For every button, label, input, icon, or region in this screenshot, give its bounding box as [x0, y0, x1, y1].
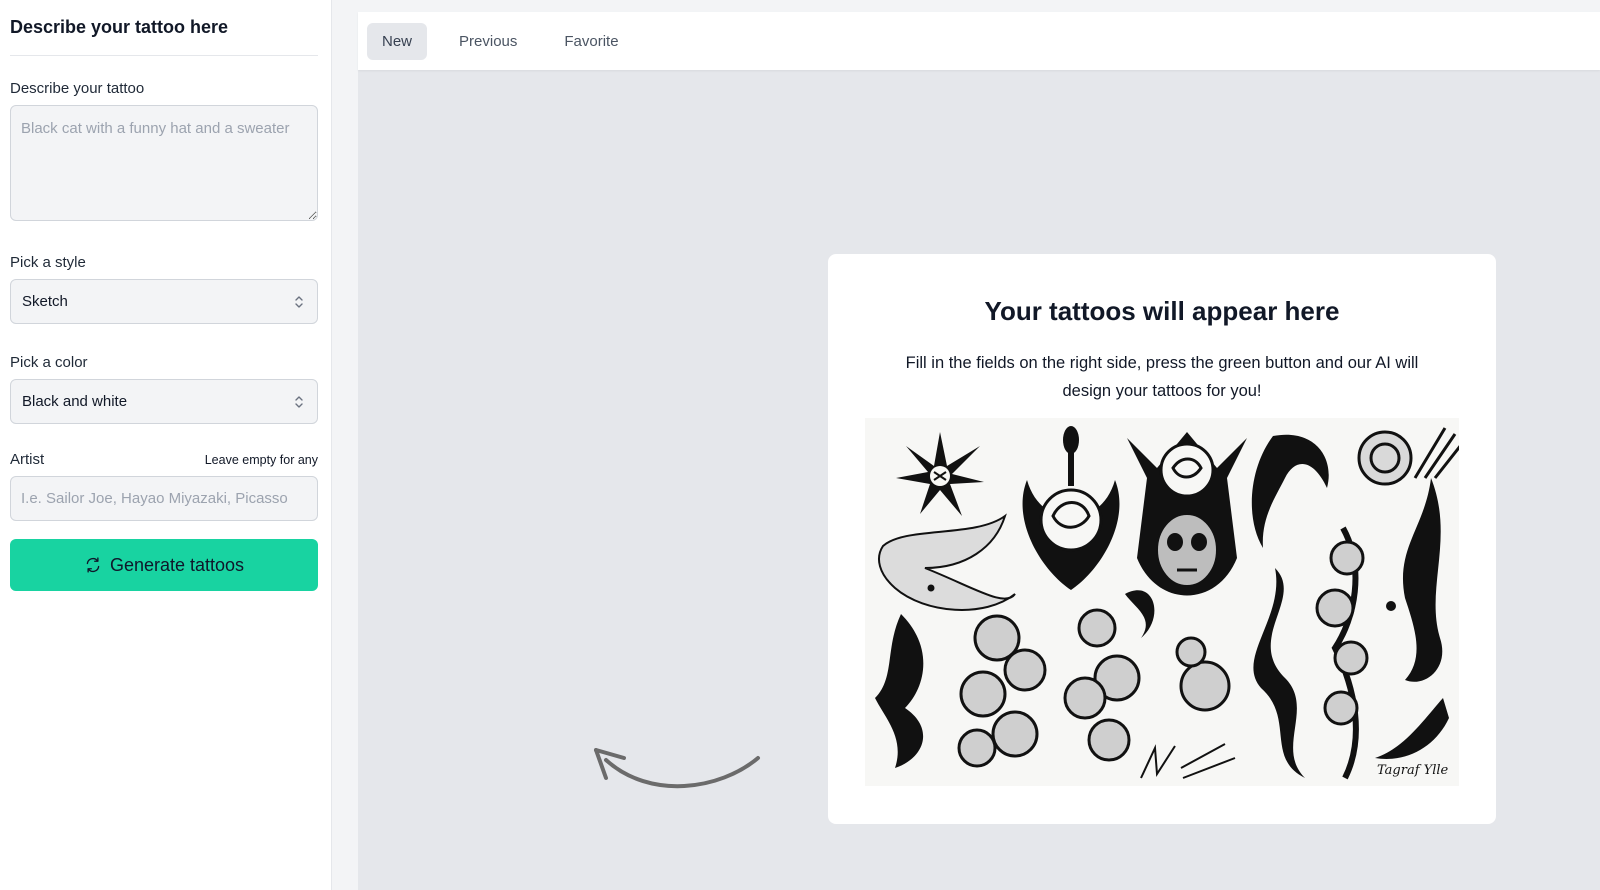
placeholder-card: Your tattoos will appear here Fill in th… [828, 254, 1496, 824]
tattoo-flash-sheet-image: Tagraf Ylle [865, 418, 1459, 786]
tab-new[interactable]: New [367, 22, 428, 60]
tab-bar: New Previous Favorite [358, 12, 1600, 70]
sidebar-title: Describe your tattoo here [10, 0, 318, 56]
placeholder-text: Fill in the fields on the right side, pr… [905, 354, 1419, 400]
tattoo-sheet-signature: Tagraf Ylle [1377, 763, 1449, 778]
style-select-value: Sketch [22, 293, 68, 310]
chevron-up-down-icon [295, 395, 303, 408]
artist-label-row: Artist Leave empty for any [10, 451, 318, 468]
curved-arrow-icon [594, 748, 760, 789]
style-label: Pick a style [10, 254, 86, 271]
generate-tattoos-button[interactable]: Generate tattoos [10, 539, 318, 591]
sidebar: Describe your tattoo here Describe your … [0, 0, 332, 890]
chevron-up-down-icon [295, 295, 303, 308]
color-select-value: Black and white [22, 393, 128, 410]
description-textarea[interactable] [10, 105, 318, 221]
tab-favorite[interactable]: Favorite [549, 23, 633, 60]
description-label: Describe your tattoo [10, 80, 145, 97]
style-select[interactable]: Sketch [10, 279, 318, 324]
color-label: Pick a color [10, 354, 88, 371]
placeholder-title: Your tattoos will appear here [984, 296, 1340, 326]
generate-tattoos-label: Generate tattoos [109, 554, 245, 575]
color-select[interactable]: Black and white [10, 379, 318, 424]
artist-label: Artist [10, 451, 45, 468]
artist-input[interactable] [10, 476, 318, 521]
artist-hint: Leave empty for any [204, 453, 318, 467]
tab-previous[interactable]: Previous [444, 23, 532, 60]
refresh-icon [86, 557, 100, 573]
main-area: New Previous Favorite Your tattoos will … [358, 12, 1600, 890]
